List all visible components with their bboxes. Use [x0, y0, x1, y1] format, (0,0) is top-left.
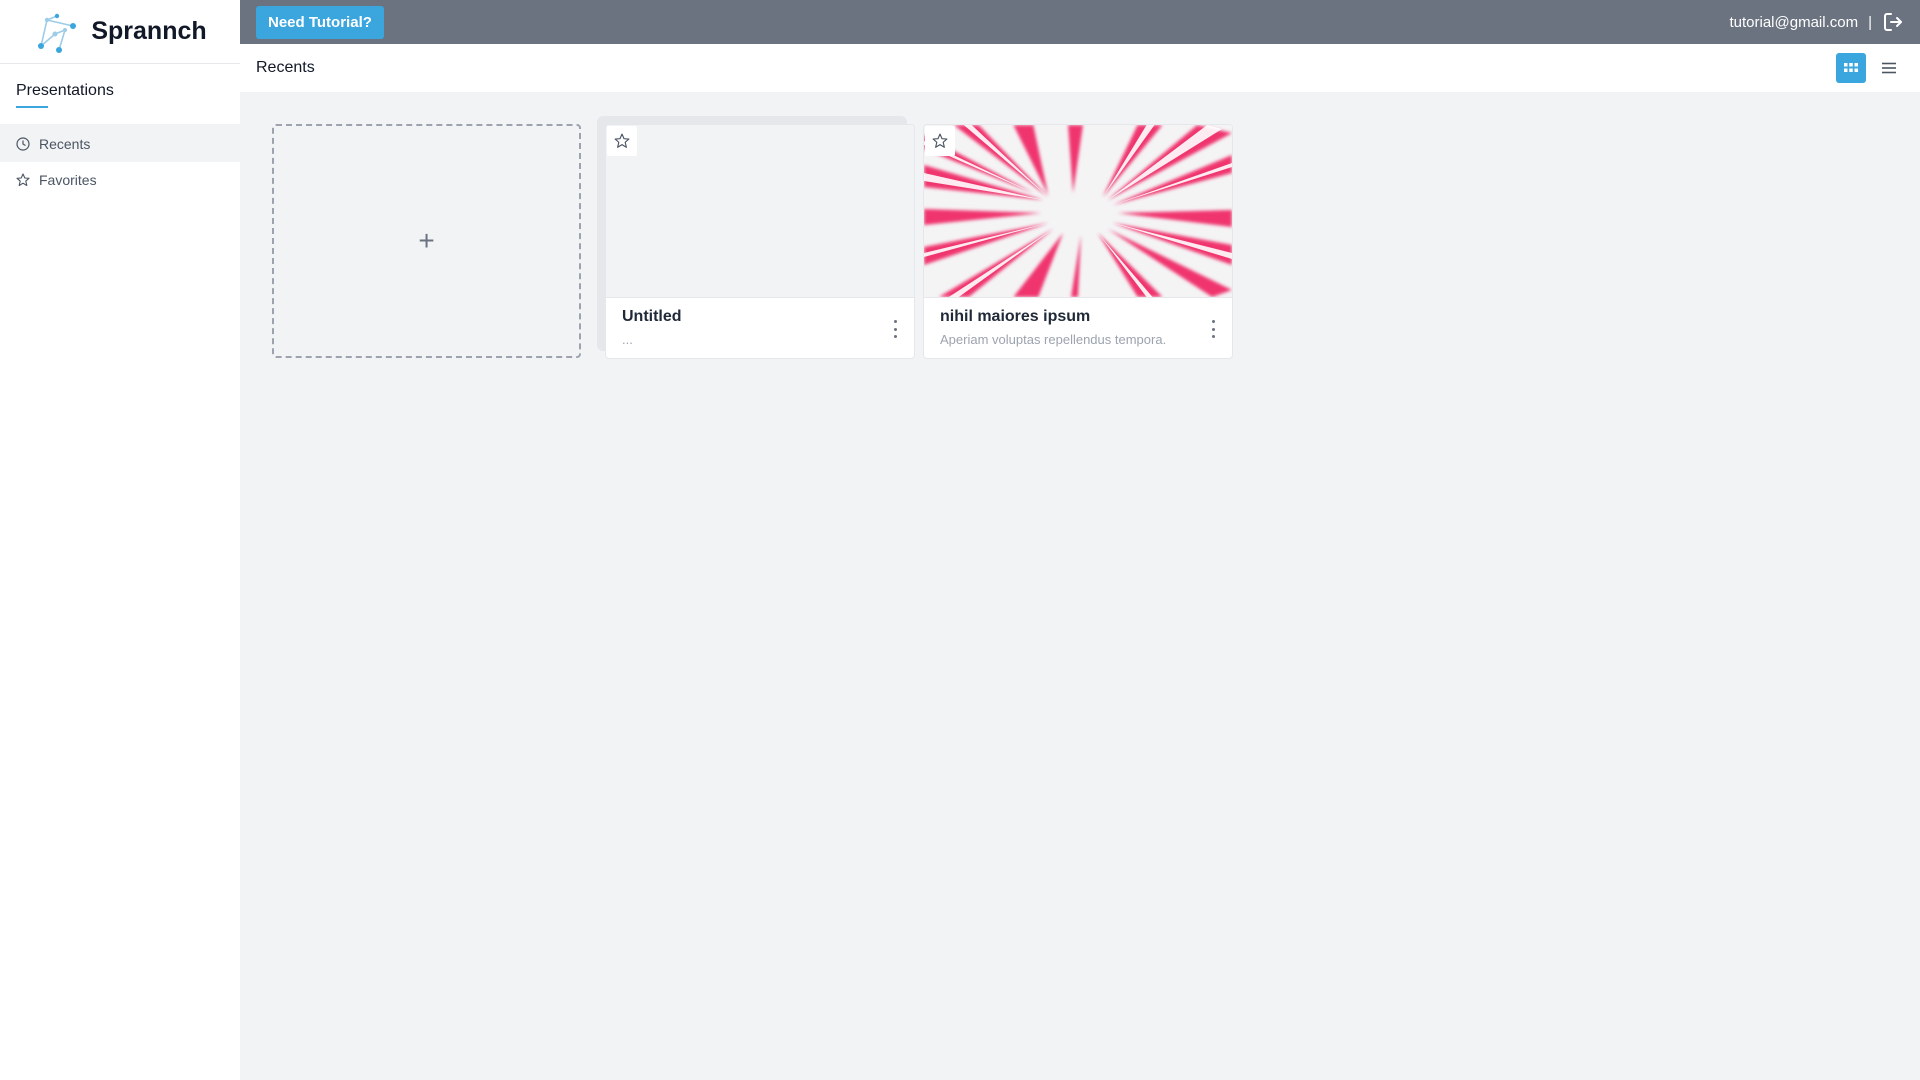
tab-presentations-label: Presentations	[16, 82, 114, 99]
list-icon	[1882, 62, 1896, 74]
card-info: nihil maiores ipsum Aperiam voluptas rep…	[924, 297, 1232, 358]
sidebar-item-favorites[interactable]: Favorites	[0, 162, 240, 198]
plus-icon: +	[418, 225, 435, 256]
grid-icon	[1844, 63, 1858, 72]
content-header: Recents	[240, 44, 1920, 92]
card-thumbnail	[606, 125, 914, 297]
tab-active-indicator	[16, 106, 48, 108]
presentation-card[interactable]: Untitled ...	[605, 124, 915, 359]
sprannch-logo-icon	[38, 13, 77, 53]
new-presentation-button[interactable]: +	[272, 124, 581, 358]
sidebar-item-recents[interactable]: Recents	[0, 126, 240, 162]
user-area: tutorial@gmail.com |	[1729, 11, 1904, 33]
presentation-card[interactable]: nihil maiores ipsum Aperiam voluptas rep…	[923, 124, 1233, 359]
card-description: ...	[622, 332, 633, 347]
clock-icon	[16, 137, 30, 151]
card-thumbnail	[924, 125, 1232, 297]
favorite-button[interactable]	[925, 126, 955, 156]
presentation-card-stack: Untitled ...	[597, 116, 915, 367]
topbar: Need Tutorial? tutorial@gmail.com |	[240, 0, 1920, 44]
pink-burst-thumbnail	[924, 125, 1232, 297]
grid-view-button[interactable]	[1836, 53, 1866, 83]
star-icon	[16, 173, 30, 187]
sidebar-item-label: Favorites	[39, 172, 97, 188]
brand-name: Sprannch	[91, 17, 207, 45]
more-options-icon[interactable]	[890, 320, 900, 338]
sidebar: Sprannch Presentations Recents Favorites	[0, 0, 240, 1080]
card-title: nihil maiores ipsum	[940, 308, 1091, 325]
presentation-grid: + Untitled ... nihil maiores ipsum Aperi…	[272, 116, 1233, 367]
logout-icon[interactable]	[1882, 11, 1904, 33]
card-title: Untitled	[622, 308, 682, 325]
separator: |	[1868, 13, 1872, 31]
card-description: Aperiam voluptas repellendus tempora.	[940, 332, 1167, 347]
view-toggles	[1836, 53, 1904, 83]
list-view-button[interactable]	[1874, 53, 1904, 83]
brand[interactable]: Sprannch	[0, 0, 240, 64]
sidebar-item-label: Recents	[39, 136, 91, 152]
star-icon	[614, 133, 630, 148]
favorite-button[interactable]	[607, 126, 637, 156]
user-email: tutorial@gmail.com	[1729, 13, 1859, 31]
page-title: Recents	[256, 59, 315, 76]
tab-presentations[interactable]: Presentations	[0, 64, 240, 124]
need-tutorial-button[interactable]: Need Tutorial?	[256, 5, 384, 39]
star-icon	[932, 133, 948, 148]
card-info: Untitled ...	[606, 297, 914, 358]
more-options-icon[interactable]	[1208, 320, 1218, 338]
